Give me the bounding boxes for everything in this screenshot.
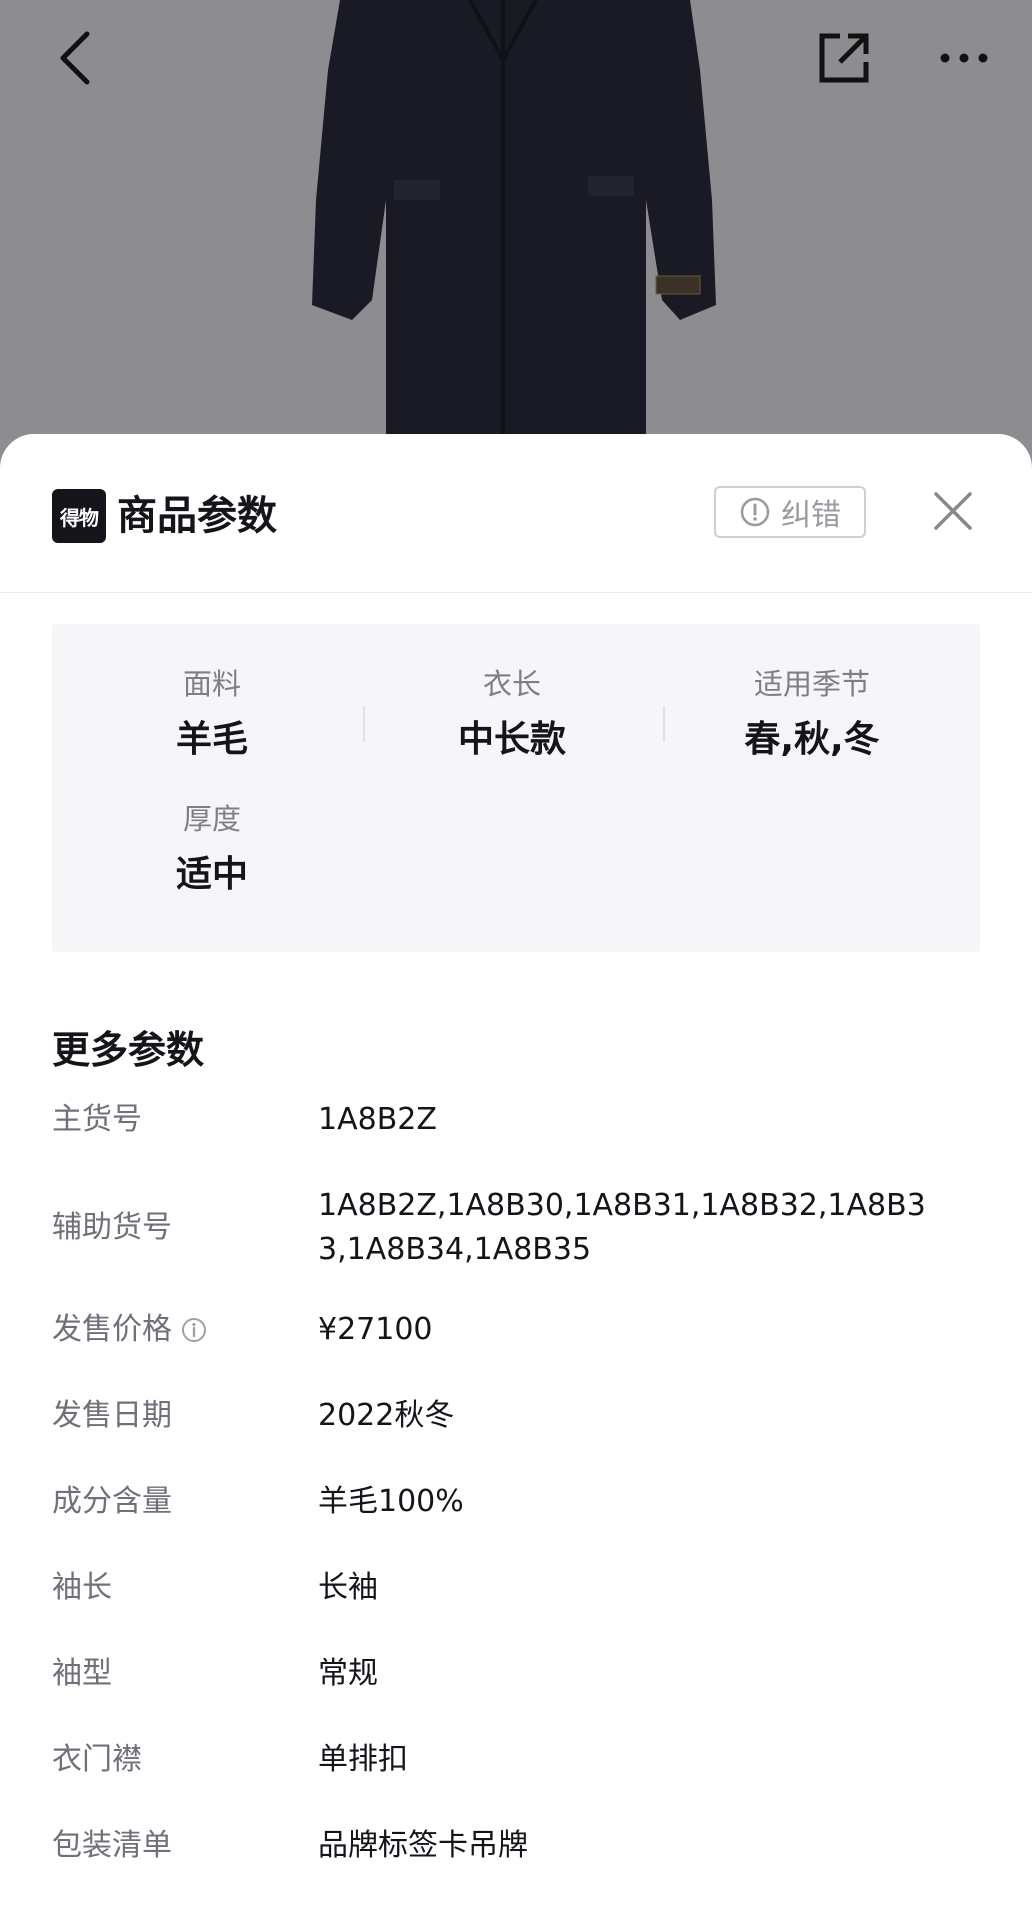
- param-row: 发售价格 ¥27100: [52, 1308, 992, 1352]
- param-value: 常规: [318, 1656, 378, 1691]
- param-label: 辅助货号: [52, 1210, 172, 1245]
- key-param-fabric: 面料 羊毛: [62, 664, 362, 766]
- key-params-card: 面料 羊毛 衣长 中长款 适用季节 春,秋,冬 厚度 适中: [52, 624, 980, 952]
- key-param-value: 羊毛: [175, 719, 248, 760]
- param-value: 长袖: [318, 1570, 378, 1605]
- info-icon[interactable]: [180, 1316, 208, 1344]
- param-value: 1A8B2Z,1A8B30,1A8B31,1A8B32,1A8B33,1A8B3…: [318, 1188, 926, 1267]
- more-button[interactable]: [928, 22, 1000, 94]
- brand-logo: 得物: [52, 489, 106, 543]
- param-label-with-info: 发售价格: [52, 1308, 318, 1352]
- key-param-label: 适用季节: [753, 667, 870, 701]
- share-icon: [819, 33, 869, 83]
- param-value: 单排扣: [318, 1742, 408, 1777]
- key-param-thickness: 厚度 适中: [62, 799, 362, 901]
- share-button[interactable]: [808, 22, 880, 94]
- param-label: 袖型: [52, 1656, 112, 1691]
- key-param-label: 面料: [182, 667, 241, 701]
- key-param-label: 厚度: [182, 802, 241, 836]
- product-params-sheet: 得物 商品参数 纠错 面料 羊毛 衣长 中长款 适用季节 春,秋,冬 厚度 适中…: [0, 434, 1032, 1920]
- more-icon: [940, 53, 988, 63]
- param-row: 包装清单 品牌标签卡吊牌: [52, 1824, 992, 1868]
- param-value: 1A8B2Z: [318, 1102, 437, 1137]
- report-error-label: 纠错: [781, 498, 841, 533]
- param-row: 衣门襟 单排扣: [52, 1738, 992, 1782]
- param-row: 发售日期 2022秋冬: [52, 1394, 992, 1438]
- param-label: 衣门襟: [52, 1742, 142, 1777]
- sheet-title: 商品参数: [117, 493, 277, 539]
- back-button[interactable]: [40, 22, 110, 94]
- close-icon: [934, 492, 972, 530]
- param-value: 2022秋冬: [318, 1398, 455, 1433]
- key-param-value: 适中: [175, 854, 248, 895]
- close-button[interactable]: [926, 478, 980, 544]
- key-param-value: 中长款: [457, 719, 566, 760]
- param-row: 主货号 1A8B2Z: [52, 1098, 992, 1142]
- sheet-header: 得物 商品参数 纠错: [0, 434, 1032, 593]
- params-list: 主货号 1A8B2Z 辅助货号 1A8B2Z,1A8B30,1A8B31,1A8…: [52, 1098, 992, 1910]
- param-value: 羊毛100%: [318, 1484, 464, 1519]
- report-error-button[interactable]: 纠错: [714, 486, 866, 538]
- exclamation-icon: [740, 497, 770, 527]
- param-label: 成分含量: [52, 1484, 172, 1519]
- param-label: 袖长: [52, 1570, 112, 1605]
- param-label-text: 发售价格: [52, 1312, 172, 1347]
- param-row: 辅助货号 1A8B2Z,1A8B30,1A8B31,1A8B32,1A8B33,…: [52, 1184, 992, 1272]
- key-param-season: 适用季节 春,秋,冬: [662, 664, 962, 766]
- param-label: 主货号: [52, 1102, 142, 1137]
- param-value: ¥27100: [318, 1312, 433, 1347]
- chevron-left-icon: [60, 31, 90, 85]
- param-label: 发售日期: [52, 1398, 172, 1433]
- key-param-length: 衣长 中长款: [362, 664, 662, 766]
- param-row: 袖型 常规: [52, 1652, 992, 1696]
- param-label: 包装清单: [52, 1828, 172, 1863]
- key-param-value: 春,秋,冬: [744, 719, 880, 760]
- param-row: 成分含量 羊毛100%: [52, 1480, 992, 1524]
- key-param-label: 衣长: [482, 667, 541, 701]
- param-value: 品牌标签卡吊牌: [318, 1828, 528, 1863]
- more-params-title: 更多参数: [52, 1028, 205, 1072]
- param-row: 袖长 长袖: [52, 1566, 992, 1610]
